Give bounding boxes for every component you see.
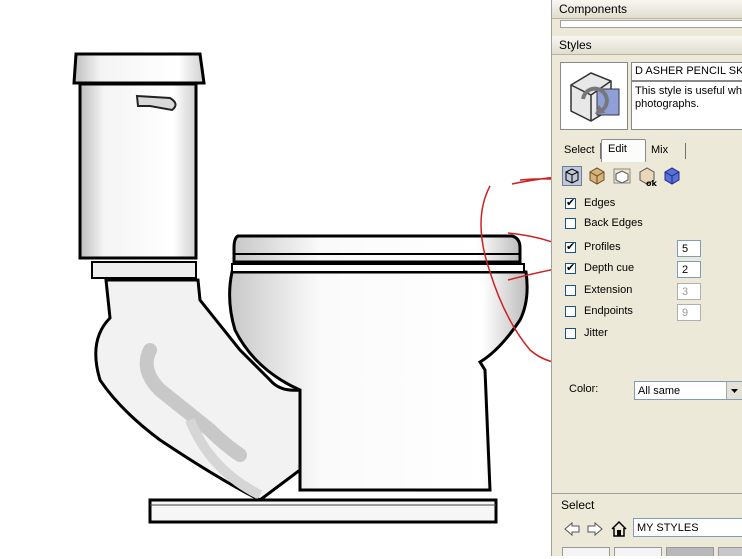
endpoints-input[interactable]: 9: [677, 304, 701, 321]
color-label: Color:: [569, 383, 599, 395]
extension-option[interactable]: Extension 3: [565, 283, 705, 301]
styles-title: Styles: [559, 38, 592, 52]
face-settings-icon[interactable]: [587, 166, 607, 186]
style-thumbnail-item[interactable]: [666, 547, 714, 556]
edges-label: Edges: [584, 197, 616, 209]
style-name-field[interactable]: D ASHER PENCIL SKET: [631, 62, 742, 81]
depth-cue-value: 2: [682, 264, 689, 276]
extension-checkbox[interactable]: [565, 285, 576, 296]
jitter-label: Jitter: [584, 327, 608, 339]
edge-color-value: All same: [638, 385, 681, 397]
edges-checkbox[interactable]: [565, 196, 576, 209]
tab-edit[interactable]: Edit: [601, 139, 646, 162]
tab-mix[interactable]: Mix: [645, 141, 685, 159]
extension-value: 3: [682, 286, 689, 298]
jitter-checkbox[interactable]: [565, 328, 576, 339]
styles-header[interactable]: Styles: [552, 36, 742, 55]
back-edges-label: Back Edges: [584, 217, 643, 229]
profiles-checkbox[interactable]: [565, 240, 576, 253]
components-header[interactable]: Components: [552, 0, 742, 19]
endpoints-label: Endpoints: [584, 305, 633, 317]
home-icon[interactable]: [610, 520, 628, 538]
extension-input[interactable]: 3: [677, 283, 701, 300]
svg-text:ok: ok: [646, 179, 657, 188]
style-thumbnail[interactable]: [560, 62, 628, 130]
profiles-label: Profiles: [584, 241, 621, 253]
depth-cue-checkbox[interactable]: [565, 261, 576, 274]
back-edges-checkbox[interactable]: [565, 218, 576, 229]
style-select-section: Select MY STYLES: [552, 493, 742, 556]
endpoints-option[interactable]: Endpoints 9: [565, 304, 705, 322]
extension-label: Extension: [584, 284, 633, 296]
tab-divider: [685, 143, 686, 159]
style-description: This style is useful whe photographs.: [635, 85, 742, 110]
style-description-field[interactable]: This style is useful whe photographs.: [631, 81, 742, 130]
style-name: D ASHER PENCIL SKET: [635, 65, 742, 77]
components-scrollbar[interactable]: [560, 20, 742, 28]
endpoints-checkbox[interactable]: [565, 306, 576, 317]
watermark-settings-icon[interactable]: ok: [637, 166, 657, 188]
styles-tray: Components Styles D ASHER PENCIL SKET Th…: [551, 0, 742, 556]
chevron-down-icon[interactable]: [726, 382, 742, 399]
tab-edit-label: Edit: [608, 143, 627, 155]
edge-settings-icon[interactable]: [562, 166, 582, 186]
style-thumbnail-item[interactable]: [562, 547, 610, 556]
components-title: Components: [559, 2, 628, 16]
profiles-option[interactable]: Profiles 5: [565, 240, 705, 258]
endpoints-value: 9: [682, 307, 689, 319]
depth-cue-option[interactable]: Depth cue 2: [565, 261, 705, 279]
edge-color-select[interactable]: All same: [634, 381, 742, 400]
modeling-settings-icon[interactable]: [662, 166, 682, 186]
tab-select-label: Select: [564, 144, 595, 156]
back-arrow-icon[interactable]: [563, 520, 581, 538]
model-viewport[interactable]: [0, 0, 667, 556]
style-preview-icon: [570, 72, 620, 122]
collection-value: MY STYLES: [637, 522, 699, 534]
collection-select[interactable]: MY STYLES: [633, 518, 742, 537]
depth-cue-label: Depth cue: [584, 262, 635, 274]
tab-mix-label: Mix: [651, 144, 669, 156]
profiles-value: 5: [682, 243, 689, 255]
forward-arrow-icon[interactable]: [586, 520, 604, 538]
background-settings-icon[interactable]: [612, 166, 632, 186]
depth-cue-input[interactable]: 2: [677, 261, 701, 278]
toilet-model: [72, 52, 667, 524]
style-thumbnail-item[interactable]: [614, 547, 662, 556]
style-thumbnail-item[interactable]: [718, 547, 742, 556]
select-section-title: Select: [561, 498, 595, 512]
profiles-width-input[interactable]: 5: [677, 240, 701, 257]
tab-select[interactable]: Select: [558, 141, 600, 159]
